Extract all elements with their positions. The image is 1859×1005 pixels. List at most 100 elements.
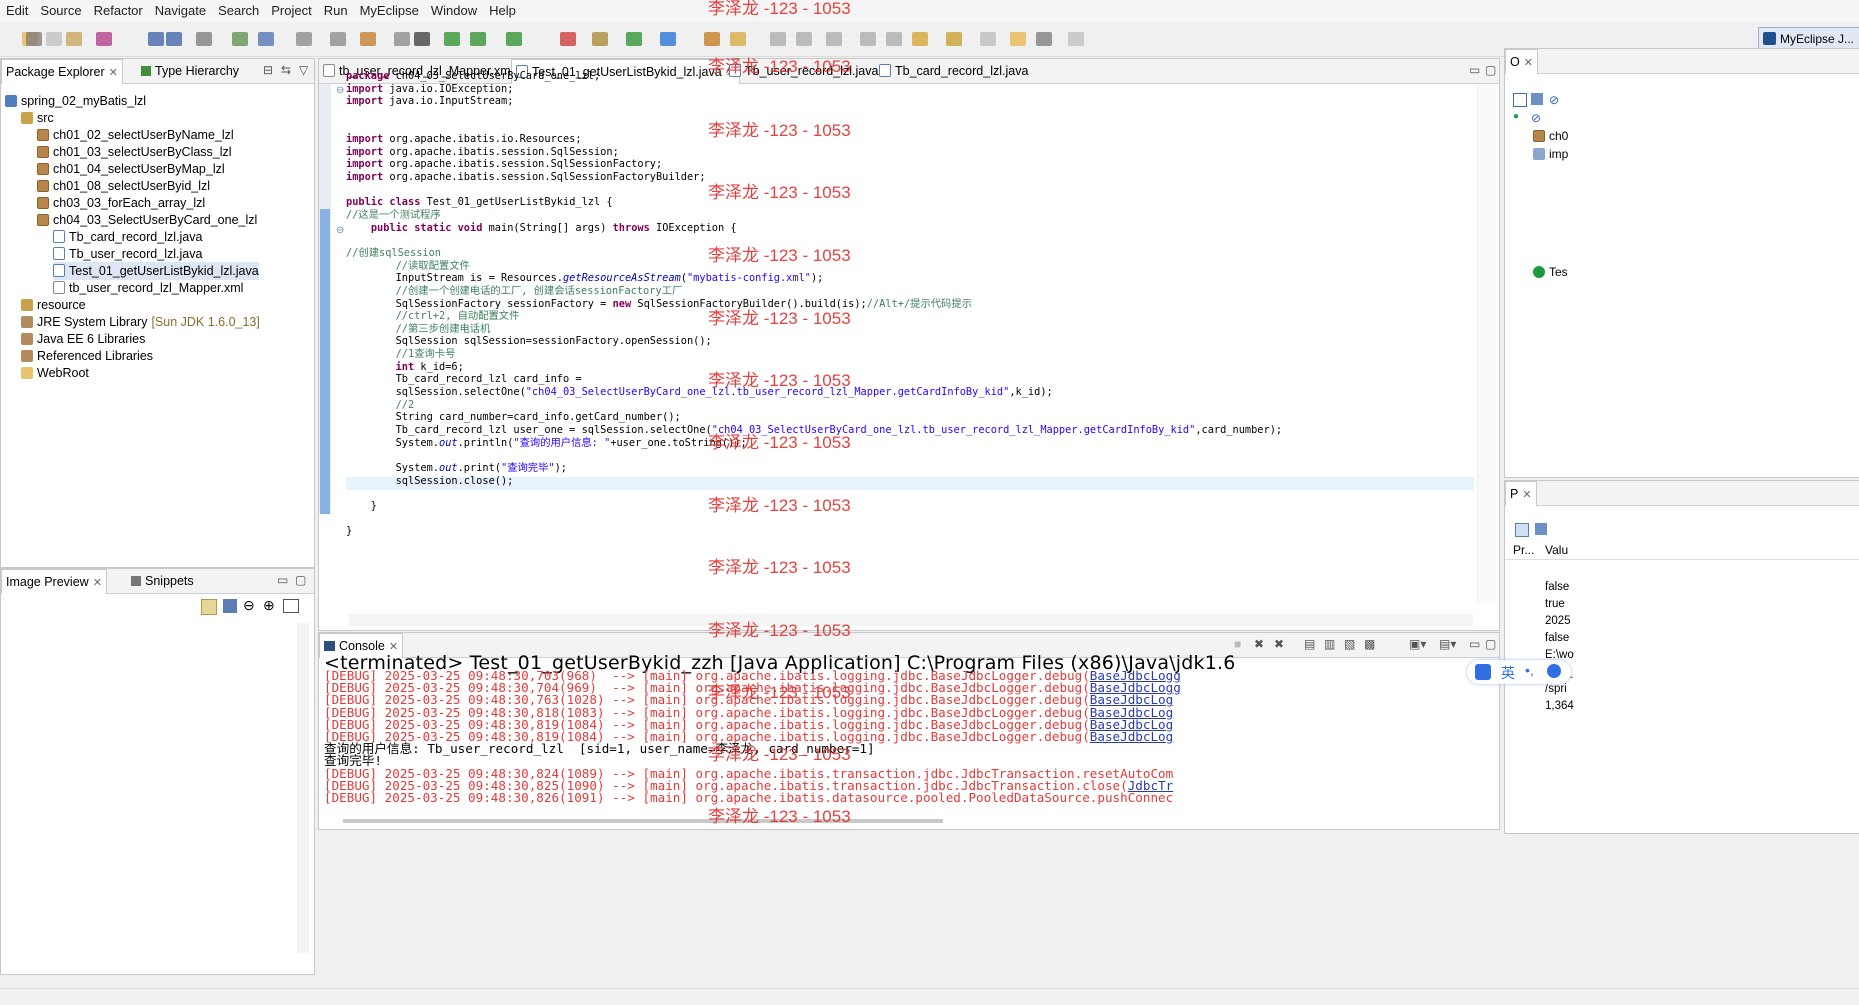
toolbar-button-icon[interactable]	[796, 32, 812, 46]
image-preview-scrollbar[interactable]	[297, 623, 309, 953]
toolbar-button-icon[interactable]	[66, 32, 82, 46]
toolbar-button-icon[interactable]	[258, 32, 274, 46]
toolbar-button-icon[interactable]	[330, 32, 346, 46]
menu-item[interactable]: Run	[318, 0, 354, 18]
tree-item[interactable]: ch01_02_selectUserByName_lzl	[37, 126, 234, 144]
menu-item[interactable]: Search	[212, 0, 265, 18]
sync-icon[interactable]	[201, 599, 217, 615]
scroll-lock-icon[interactable]: ▥	[1324, 637, 1335, 651]
open-console-icon[interactable]: ▣▾	[1409, 637, 1426, 651]
tree-item[interactable]: ch04_03_SelectUserByCard_one_lzl	[37, 211, 257, 229]
toolbar-button-icon[interactable]	[770, 32, 786, 46]
toolbar-button-icon[interactable]	[1036, 32, 1052, 46]
property-value[interactable]: 2025	[1545, 615, 1571, 627]
toolbar-button-icon[interactable]	[414, 32, 430, 46]
menu-item[interactable]: Help	[483, 0, 522, 18]
tree-item[interactable]: Tb_card_record_lzl.java	[53, 228, 202, 246]
menu-item[interactable]: Edit	[0, 0, 34, 18]
toolbar-button-icon[interactable]	[360, 32, 376, 46]
hide-static-icon[interactable]: ●	[1513, 111, 1519, 122]
fold-icon[interactable]: ⊖	[336, 225, 344, 236]
tab-properties[interactable]: P ✕	[1505, 481, 1537, 506]
menu-item[interactable]: Navigate	[149, 0, 212, 18]
hide-fields-icon[interactable]: ⊘	[1549, 93, 1559, 107]
tree-item[interactable]: tb_user_record_lzl_Mapper.xml	[53, 279, 243, 297]
property-value[interactable]: /spri	[1545, 683, 1567, 695]
menu-item[interactable]: MyEclipse	[354, 0, 425, 18]
maximize-icon[interactable]: ▢	[1485, 637, 1496, 651]
toolbar-button-icon[interactable]	[1010, 32, 1026, 46]
tree-item[interactable]: Java EE 6 Libraries	[21, 330, 145, 348]
ime-language[interactable]: 英	[1501, 663, 1515, 683]
toolbar-button-icon[interactable]	[826, 32, 842, 46]
tab-outline[interactable]: O ✕	[1505, 49, 1538, 74]
toolbar-button-icon[interactable]	[626, 32, 642, 46]
minimize-icon[interactable]: ▭	[1469, 637, 1480, 651]
toolbar-button-icon[interactable]	[232, 32, 248, 46]
close-icon[interactable]: ✕	[1522, 489, 1531, 501]
toolbar-button-icon[interactable]	[506, 32, 522, 46]
toolbar-button-icon[interactable]	[296, 32, 312, 46]
property-value[interactable]: true	[1545, 598, 1565, 610]
tree-item[interactable]: JRE System Library [Sun JDK 1.6.0_13]	[21, 313, 260, 331]
toolbar-button-icon[interactable]	[912, 32, 928, 46]
toolbar-button-icon[interactable]	[196, 32, 212, 46]
property-value[interactable]: false	[1545, 632, 1569, 644]
ime-punctuation-icon[interactable]: •,	[1525, 662, 1534, 678]
menu-item[interactable]: Refactor	[88, 0, 149, 18]
console-horizontal-scrollbar[interactable]	[343, 819, 943, 823]
tree-item[interactable]: ch01_08_selectUserByid_lzl	[37, 177, 210, 195]
pin-console-icon[interactable]: ▩	[1364, 637, 1375, 651]
maximize-icon[interactable]: ▢	[1485, 63, 1496, 77]
editor-horizontal-scrollbar[interactable]	[349, 614, 1473, 626]
zoom-out-icon[interactable]: ⊖	[243, 597, 255, 614]
ime-skin-icon[interactable]	[1547, 664, 1561, 678]
clear-console-icon[interactable]: ▤	[1304, 637, 1315, 651]
toolbar-button-icon[interactable]	[886, 32, 902, 46]
toolbar-button-icon[interactable]	[980, 32, 996, 46]
outline-item[interactable]: ch0	[1533, 129, 1568, 143]
toolbar-button-icon[interactable]	[96, 32, 112, 46]
ime-toolbar[interactable]: 英 •,	[1467, 660, 1571, 684]
display-console-icon[interactable]: ▤▾	[1439, 637, 1456, 651]
toolbar-button-icon[interactable]	[704, 32, 720, 46]
close-icon[interactable]: ✕	[1524, 57, 1533, 69]
tree-item[interactable]: ch01_03_selectUserByClass_lzl	[37, 143, 232, 161]
outline-item[interactable]: Tes	[1533, 265, 1568, 279]
maximize-icon[interactable]: ▢	[295, 573, 306, 587]
word-wrap-icon[interactable]: ▧	[1344, 637, 1355, 651]
tree-item[interactable]: Tb_user_record_lzl.java	[53, 245, 202, 263]
sort-icon[interactable]	[1531, 93, 1543, 105]
console-stack-link[interactable]: BaseJdbcLog	[1090, 729, 1173, 744]
tree-item[interactable]: Referenced Libraries	[21, 347, 153, 365]
tab-package-explorer[interactable]: Package Explorer ✕	[1, 59, 123, 84]
view-menu-icon[interactable]: ▽	[299, 63, 308, 77]
tree-item[interactable]: resource	[21, 296, 86, 314]
fold-icon[interactable]: ⊖	[336, 85, 344, 96]
outline-item[interactable]: imp	[1533, 147, 1568, 161]
minimize-icon[interactable]: ▭	[1469, 63, 1480, 77]
tree-item[interactable]: src	[21, 109, 54, 127]
categories-icon[interactable]	[1515, 523, 1529, 537]
toolbar-button-icon[interactable]	[26, 32, 42, 46]
link-with-editor-icon[interactable]: ⇆	[281, 63, 291, 77]
toolbar-button-icon[interactable]	[46, 32, 62, 46]
collapse-all-icon[interactable]: ⊟	[263, 63, 273, 77]
tree-item[interactable]: WebRoot	[21, 364, 89, 382]
tree-item[interactable]: ch01_04_selectUserByMap_lzl	[37, 160, 225, 178]
toolbar-button-icon[interactable]	[946, 32, 962, 46]
toolbar-button-icon[interactable]	[660, 32, 676, 46]
fit-icon[interactable]	[223, 599, 237, 613]
toolbar-button-icon[interactable]	[592, 32, 608, 46]
toolbar-button-icon[interactable]	[148, 32, 164, 46]
minimize-icon[interactable]: ▭	[277, 573, 288, 587]
close-icon[interactable]: ✕	[109, 67, 118, 79]
property-value[interactable]: 1,364	[1545, 700, 1574, 712]
toolbar-button-icon[interactable]	[470, 32, 486, 46]
toolbar-button-icon[interactable]	[860, 32, 876, 46]
toolbar-button-icon[interactable]	[166, 32, 182, 46]
menu-item[interactable]: Source	[34, 0, 87, 18]
tab-snippets[interactable]: Snippets	[127, 569, 198, 593]
menu-item[interactable]: Window	[425, 0, 483, 18]
toolbar-button-icon[interactable]	[394, 32, 410, 46]
